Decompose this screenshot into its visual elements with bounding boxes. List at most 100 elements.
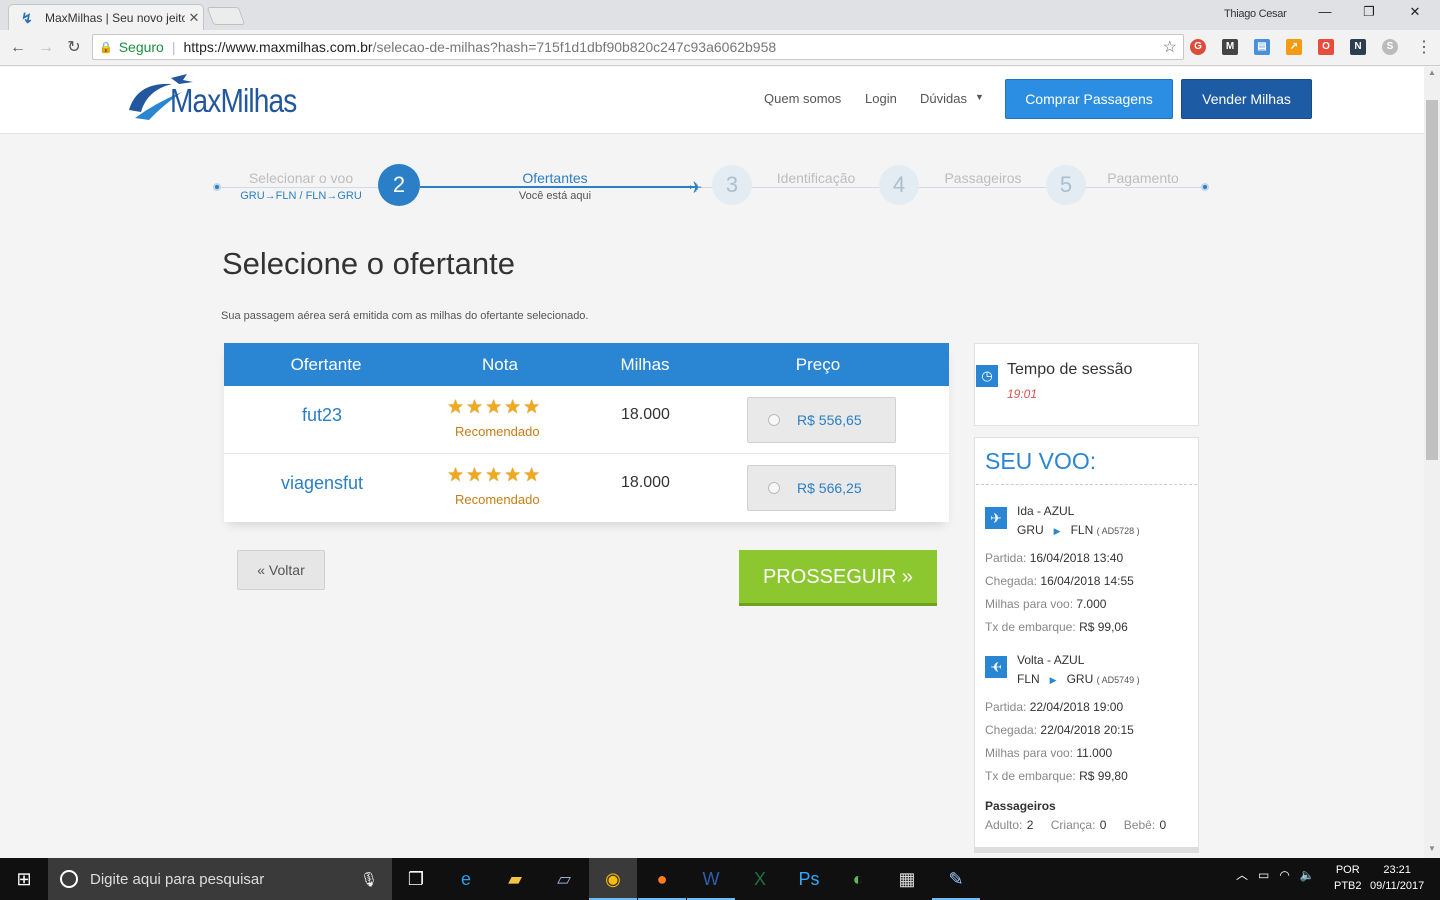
clock-icon: ◷: [976, 365, 998, 387]
nav-duvidas[interactable]: Dúvidas: [920, 91, 967, 106]
route-arrow-icon: ▶: [1053, 526, 1061, 536]
url-bar[interactable]: 🔒 Seguro | https://www.maxmilhas.com.br /…: [92, 34, 1184, 60]
ida-milhas: Milhas para voo: 7.000: [985, 597, 1106, 611]
tab-close-icon[interactable]: ✕: [185, 10, 203, 26]
office-extension-icon[interactable]: O: [1318, 39, 1334, 55]
firefox-icon[interactable]: ●: [638, 858, 686, 900]
prosseguir-button[interactable]: PROSSEGUIR »: [739, 550, 937, 606]
step5-circle: 5: [1046, 165, 1086, 205]
scrollbar-thumb[interactable]: [1426, 100, 1438, 460]
step4-label: Passageiros: [944, 170, 1022, 186]
nav-login[interactable]: Login: [865, 91, 897, 106]
taskbar-clock[interactable]: 23:21 09/11/2017: [1370, 862, 1424, 894]
ida-chegada-label: Chegada:: [985, 574, 1038, 588]
offer-price: R$ 556,65: [797, 412, 862, 428]
ida-route: GRU ▶ FLN ( AD5728 ): [1017, 523, 1140, 537]
header-milhas: Milhas: [620, 355, 670, 374]
clock-date: 09/11/2017: [1370, 880, 1425, 892]
tab-title: MaxMilhas | Seu novo jeito: [45, 11, 185, 25]
new-tab-button[interactable]: [206, 7, 246, 25]
minimize-button[interactable]: —: [1310, 4, 1340, 24]
step1-label[interactable]: Selecionar o voo: [226, 170, 376, 186]
logo-text[interactable]: MaxMilhas: [170, 82, 297, 120]
microphone-icon[interactable]: 🎙: [360, 871, 378, 888]
calculator-icon[interactable]: ▦: [883, 858, 931, 900]
route-arrow-icon: ▶: [1049, 675, 1057, 685]
paint-icon[interactable]: ✎: [932, 858, 980, 900]
volta-label: Volta - AZUL: [1017, 653, 1085, 667]
task-view-icon[interactable]: ❐: [392, 858, 440, 900]
analytics-extension-icon[interactable]: ↗: [1286, 39, 1302, 55]
utorrent-icon[interactable]: ◐: [834, 858, 882, 900]
windows-start-icon[interactable]: ⊞: [0, 858, 48, 900]
tray-chevron-icon[interactable]: ︿: [1236, 868, 1248, 882]
select-offer-button[interactable]: R$ 566,25: [747, 465, 896, 511]
offer-name-viagensfut[interactable]: viagensfut: [222, 473, 422, 494]
forward-arrow-icon[interactable]: →: [35, 37, 57, 59]
close-window-button[interactable]: ✕: [1400, 4, 1430, 24]
system-tray[interactable]: ︿ ▭ ◠ 🔈: [1236, 866, 1315, 883]
rating-stars-icon: ★★★★★: [447, 397, 543, 418]
chrome-icon[interactable]: ◉: [589, 858, 637, 900]
file-explorer-icon[interactable]: ▰: [491, 858, 539, 900]
offer-radio[interactable]: [768, 482, 780, 494]
header-ofertante: Ofertante: [290, 355, 362, 374]
page-description: Sua passagem aérea será emitida com as m…: [221, 310, 589, 322]
ida-milhas-value: 7.000: [1076, 597, 1107, 611]
ida-from: GRU: [1017, 523, 1044, 537]
bookmark-star-icon[interactable]: ☆: [1163, 37, 1177, 57]
volta-route: FLN ▶ GRU ( AD5749 ): [1017, 672, 1140, 686]
maximize-button[interactable]: ❐: [1354, 4, 1384, 24]
browser-user[interactable]: Thiago Cesar: [1224, 8, 1287, 20]
comprar-passagens-button[interactable]: Comprar Passagens: [1005, 79, 1173, 119]
back-arrow-icon[interactable]: ←: [7, 37, 29, 59]
ida-partida-label: Partida:: [985, 551, 1027, 565]
offer-miles: 18.000: [621, 406, 670, 423]
input-language[interactable]: POR PTB2: [1334, 862, 1362, 894]
google-plus-extension-icon[interactable]: G: [1190, 39, 1206, 55]
notepad-icon[interactable]: ▱: [540, 858, 588, 900]
taskbar-search-placeholder: Digite aqui para pesquisar: [90, 870, 265, 888]
voltar-button[interactable]: « Voltar: [237, 550, 325, 590]
ida-chegada: Chegada: 16/04/2018 14:55: [985, 574, 1134, 588]
select-offer-button[interactable]: R$ 556,65: [747, 397, 896, 443]
offer-miles: 18.000: [621, 474, 670, 491]
scroll-up-icon[interactable]: ▲: [1424, 68, 1440, 82]
volta-chegada-label: Chegada:: [985, 723, 1038, 737]
step2-circle: 2: [378, 164, 420, 206]
news-extension-icon[interactable]: N: [1350, 39, 1366, 55]
volta-taxa-label: Tx de embarque:: [985, 769, 1076, 783]
battery-icon[interactable]: ▭: [1258, 868, 1269, 882]
vender-milhas-button[interactable]: Vender Milhas: [1181, 79, 1312, 119]
lock-icon: 🔒: [99, 41, 113, 54]
flight-summary-title: SEU VOO:: [985, 448, 1097, 474]
volta-partida-label: Partida:: [985, 700, 1027, 714]
excel-icon[interactable]: X: [736, 858, 784, 900]
photoshop-icon[interactable]: Ps: [785, 858, 833, 900]
chevron-down-icon[interactable]: ▼: [975, 92, 984, 102]
reload-icon[interactable]: ↻: [63, 37, 85, 59]
adulto-label: Adulto:: [985, 818, 1023, 832]
session-time: 19:01: [1007, 387, 1038, 401]
browser-menu-icon[interactable]: ⋮: [1416, 37, 1432, 57]
offer-name-fut23[interactable]: fut23: [222, 405, 422, 426]
skype-extension-icon[interactable]: S: [1382, 39, 1398, 55]
step-start-dot: [213, 183, 221, 191]
clock-time: 23:21: [1383, 864, 1411, 876]
nav-quem-somos[interactable]: Quem somos: [764, 91, 841, 106]
volta-from: FLN: [1017, 672, 1040, 686]
gmail-extension-icon[interactable]: M: [1222, 39, 1238, 55]
wifi-icon[interactable]: ◠: [1279, 868, 1289, 882]
volume-icon[interactable]: 🔈: [1300, 868, 1315, 882]
ida-partida-value: 16/04/2018 13:40: [1029, 551, 1124, 565]
taskbar-search[interactable]: Digite aqui para pesquisar 🎙: [48, 858, 392, 900]
steps-active-track: [420, 186, 695, 188]
panel-bottom-edge: [974, 847, 1199, 853]
word-icon[interactable]: W: [687, 858, 735, 900]
scroll-down-icon[interactable]: ▼: [1424, 844, 1440, 858]
docs-extension-icon[interactable]: ▤: [1254, 39, 1270, 55]
offer-radio[interactable]: [768, 414, 780, 426]
browser-tab[interactable]: ↯ MaxMilhas | Seu novo jeito ✕: [8, 4, 204, 31]
edge-icon[interactable]: e: [442, 858, 490, 900]
maxmilhas-favicon-icon: ↯: [21, 10, 33, 26]
